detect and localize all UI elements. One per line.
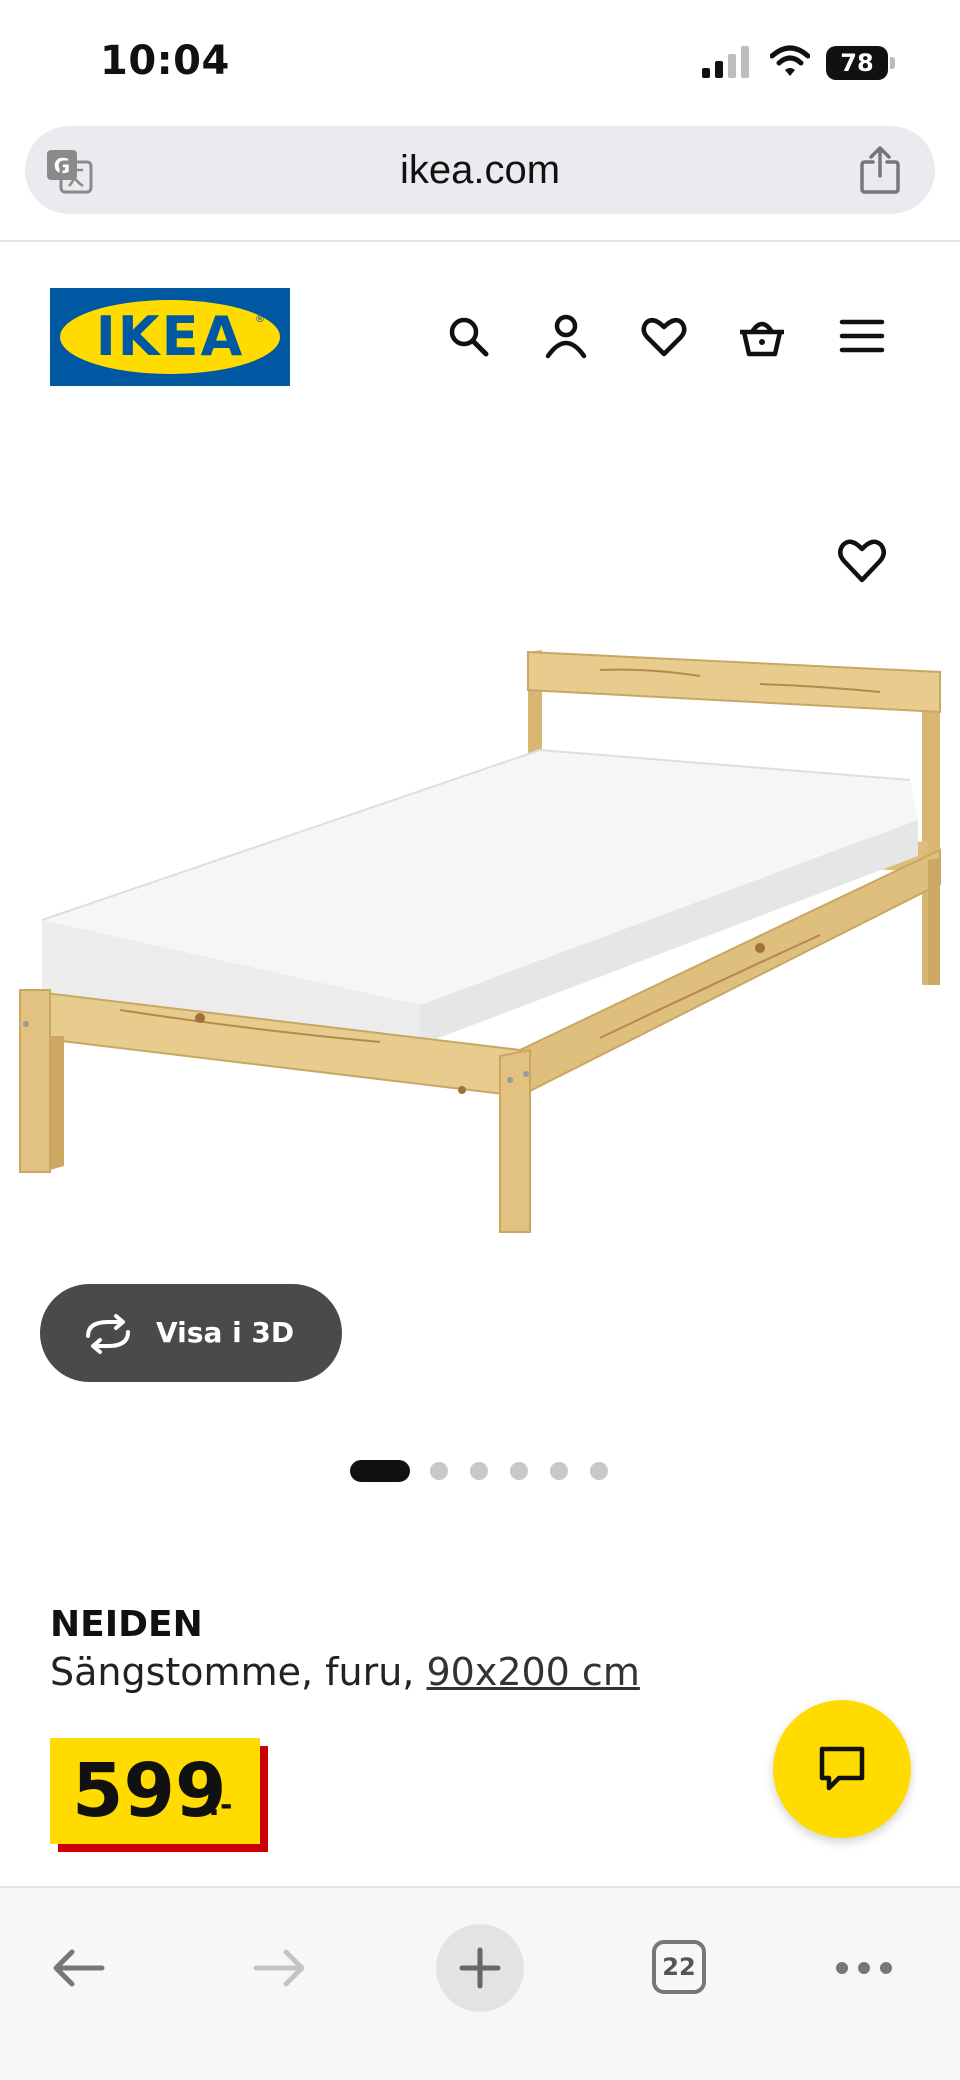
- address-bar[interactable]: G ikea.com: [25, 126, 935, 214]
- search-icon[interactable]: [444, 312, 492, 360]
- product-size-link[interactable]: 90x200 cm: [426, 1650, 639, 1694]
- price-value: 599: [72, 1748, 227, 1834]
- carousel-dot-6[interactable]: [590, 1462, 608, 1480]
- account-icon[interactable]: [542, 312, 590, 360]
- tabs-count: 22: [662, 1953, 696, 1981]
- view-3d-button[interactable]: Visa i 3D: [40, 1284, 342, 1382]
- more-options-icon[interactable]: [834, 1950, 894, 1986]
- battery-level: 78: [840, 49, 874, 77]
- product-image-bed[interactable]: [0, 420, 960, 1300]
- view-3d-label: Visa i 3D: [156, 1316, 295, 1349]
- plus-icon: [459, 1947, 501, 1989]
- back-arrow-icon[interactable]: [48, 1938, 108, 1998]
- carousel-dot-5[interactable]: [550, 1462, 568, 1480]
- product-type: Sängstomme, furu,: [50, 1650, 415, 1694]
- logo-text: IKEA: [95, 305, 245, 368]
- divider: [0, 240, 960, 242]
- battery-indicator: 78: [826, 46, 896, 80]
- share-icon[interactable]: [859, 146, 901, 194]
- wifi-icon: [770, 45, 810, 76]
- chat-icon: [819, 1746, 865, 1791]
- battery-tip: [890, 57, 895, 69]
- cellular-signal-icon: [702, 46, 749, 78]
- registered-mark: ®: [255, 314, 265, 325]
- carousel-dot-1[interactable]: [350, 1460, 410, 1482]
- status-bar: 10:04 78: [0, 0, 960, 120]
- heart-icon[interactable]: [640, 312, 688, 360]
- tabs-button[interactable]: 22: [652, 1940, 706, 1994]
- ikea-logo[interactable]: IKEA ®: [50, 288, 290, 386]
- url-text[interactable]: ikea.com: [25, 126, 935, 214]
- menu-icon[interactable]: [838, 312, 886, 360]
- forward-arrow-icon[interactable]: [250, 1938, 310, 1998]
- carousel-dot-4[interactable]: [510, 1462, 528, 1480]
- browser-toolbar: 22: [0, 1886, 960, 2080]
- favorite-heart-icon[interactable]: [836, 534, 888, 586]
- status-time: 10:04: [100, 38, 230, 84]
- carousel-dot-3[interactable]: [470, 1462, 488, 1480]
- price-tag: 599 :-: [50, 1738, 268, 1852]
- new-tab-button[interactable]: [436, 1924, 524, 2012]
- product-name: NEIDEN: [50, 1604, 203, 1645]
- rotate-3d-icon: [86, 1314, 130, 1354]
- chat-button[interactable]: [773, 1700, 911, 1838]
- price-suffix: :-: [208, 1788, 233, 1823]
- basket-icon[interactable]: [738, 312, 786, 360]
- product-description: Sängstomme, furu, 90x200 cm: [50, 1650, 640, 1694]
- carousel-dot-2[interactable]: [430, 1462, 448, 1480]
